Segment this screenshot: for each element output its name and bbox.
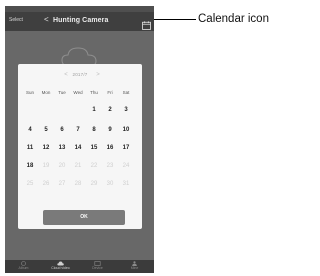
tab-device[interactable]: Device bbox=[79, 260, 116, 273]
calendar-day-disabled: 30 bbox=[106, 181, 114, 187]
month-label: 2017/7 bbox=[72, 72, 88, 77]
calendar-day[interactable]: 3 bbox=[118, 107, 134, 113]
next-month-icon[interactable]: > bbox=[94, 72, 102, 80]
calendar-day[interactable]: 15 bbox=[86, 145, 102, 151]
calendar-day[interactable]: 4 bbox=[22, 127, 38, 133]
weekday-label: Sat bbox=[122, 90, 130, 95]
calendar-day-disabled: 27 bbox=[58, 181, 66, 187]
tab-label: Device bbox=[92, 266, 103, 270]
select-button[interactable]: Select bbox=[9, 17, 23, 23]
weekday-label: Mon bbox=[41, 90, 51, 95]
calendar-day[interactable]: 1 bbox=[86, 107, 102, 113]
tab-album[interactable]: Album bbox=[5, 260, 42, 273]
calendar-day-disabled: 21 bbox=[74, 163, 82, 169]
back-icon[interactable]: < bbox=[44, 16, 49, 24]
calendar-day[interactable]: 8 bbox=[86, 127, 102, 133]
calendar-day-disabled: 22 bbox=[90, 163, 98, 169]
date-picker-dialog: < 2017/7 > Sun Mon Tue Wed Thu Fri Sat 1… bbox=[18, 64, 142, 229]
page-title: Hunting Camera bbox=[53, 17, 109, 24]
weekday-label: Wed bbox=[73, 90, 83, 95]
month-navigation: < 2017/7 > bbox=[18, 70, 142, 80]
calendar-day[interactable]: 7 bbox=[70, 127, 86, 133]
phone-screen: Select < Hunting Camera Album Cloud vide… bbox=[5, 6, 154, 273]
weekday-label: Thu bbox=[90, 90, 98, 95]
calendar-day[interactable]: 10 bbox=[118, 127, 134, 133]
calendar-day-disabled: 29 bbox=[90, 181, 98, 187]
calendar-day[interactable]: 2 bbox=[102, 107, 118, 113]
calendar-day[interactable]: 5 bbox=[38, 127, 54, 133]
bottom-tab-bar: Album Cloud video Device Mine bbox=[5, 260, 154, 273]
weekday-label: Fri bbox=[107, 90, 113, 95]
calendar-day[interactable]: 13 bbox=[54, 145, 70, 151]
callout-leader-line bbox=[154, 19, 196, 20]
tab-label: Album bbox=[18, 266, 29, 270]
weekday-label: Tue bbox=[58, 90, 66, 95]
calendar-day-disabled: 25 bbox=[26, 181, 34, 187]
tab-label: Mine bbox=[130, 266, 139, 270]
callout-label: Calendar icon bbox=[198, 13, 269, 25]
calendar-day[interactable]: 18 bbox=[22, 163, 38, 169]
calendar-day-disabled: 28 bbox=[74, 181, 82, 187]
prev-month-icon[interactable]: < bbox=[62, 72, 70, 80]
tab-mine[interactable]: Mine bbox=[116, 260, 153, 273]
calendar-day[interactable]: 16 bbox=[102, 145, 118, 151]
calendar-day-disabled: 20 bbox=[58, 163, 66, 169]
calendar-day[interactable]: 12 bbox=[38, 145, 54, 151]
tab-label: Cloud video bbox=[51, 266, 70, 270]
calendar-day-disabled: 26 bbox=[42, 181, 50, 187]
weekday-label: Sun bbox=[25, 90, 34, 95]
calendar-day[interactable]: 17 bbox=[118, 145, 134, 151]
calendar-day-disabled: 24 bbox=[122, 163, 130, 169]
calendar-day[interactable]: 6 bbox=[54, 127, 70, 133]
calendar-day-disabled: 23 bbox=[106, 163, 114, 169]
ok-button[interactable]: OK bbox=[43, 210, 125, 225]
calendar-icon[interactable] bbox=[142, 21, 151, 30]
calendar-day-disabled: 19 bbox=[42, 163, 50, 169]
top-bar: Select < Hunting Camera bbox=[5, 12, 154, 31]
calendar-day[interactable]: 14 bbox=[70, 145, 86, 151]
calendar-day-disabled: 31 bbox=[122, 181, 130, 187]
tab-cloud-video[interactable]: Cloud video bbox=[42, 260, 79, 273]
calendar-day[interactable]: 9 bbox=[102, 127, 118, 133]
calendar-day[interactable]: 11 bbox=[22, 145, 38, 151]
